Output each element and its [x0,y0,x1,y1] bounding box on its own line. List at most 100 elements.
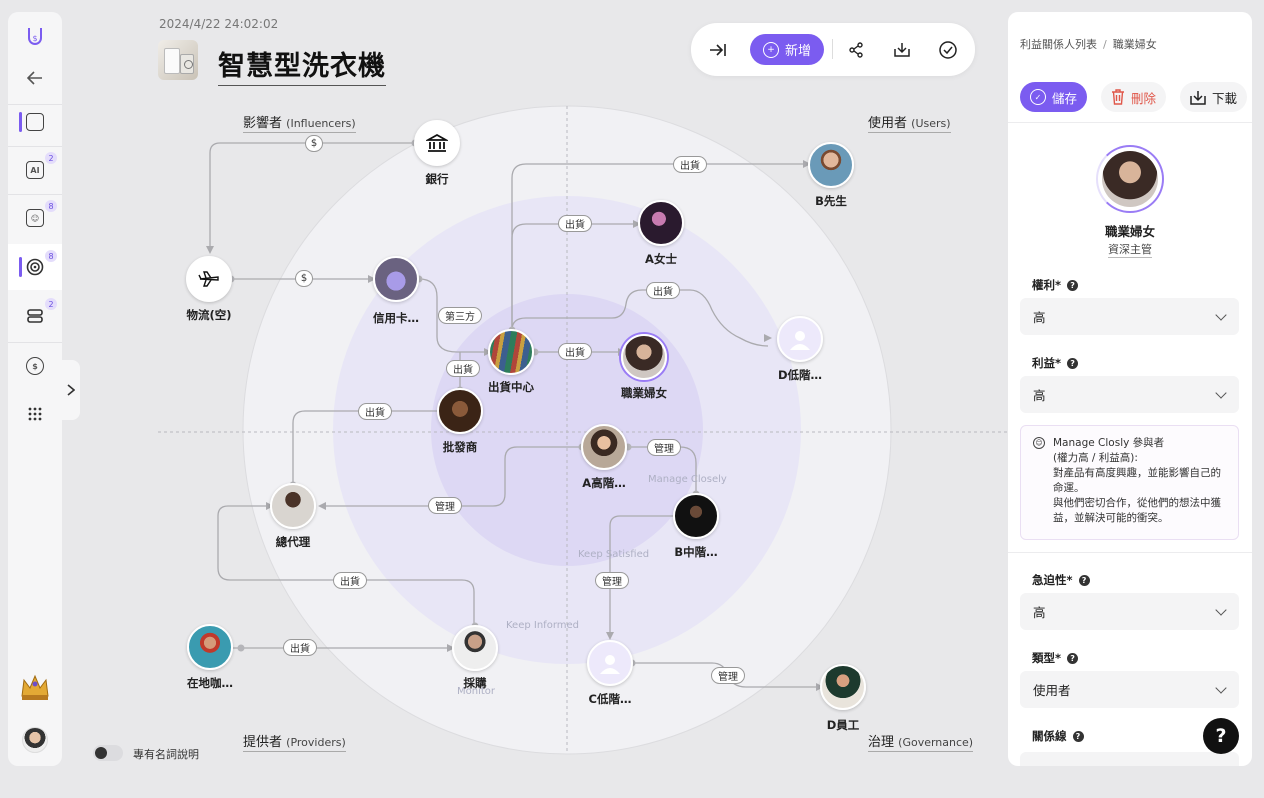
breadcrumb-item: 職業婦女 [1112,38,1157,51]
edge-label-ship[interactable]: 出貨 [646,282,680,299]
save-label: 儲存 [1052,90,1078,106]
help-icon[interactable]: ? [1067,357,1079,369]
node-career-woman[interactable] [621,334,667,380]
node-procurement[interactable] [452,625,498,671]
node-label: B先生 [815,194,847,208]
interest-field-label: 利益*? [1032,355,1079,371]
profile-avatar[interactable] [1102,151,1158,207]
chevron-down-icon [1215,681,1227,694]
edge-label-money[interactable]: $ [305,135,323,152]
check-circle-icon: ✓ [1030,89,1046,105]
node-label: 總代理 [275,535,311,549]
user-placeholder-icon [600,655,620,674]
help-button[interactable]: ? [1203,718,1239,754]
node-label: C低階… [588,692,632,706]
glossary-label: 專有名詞說明 [133,748,199,761]
node-wholesaler[interactable] [437,388,483,434]
chevron-down-icon [1215,762,1227,766]
field-label-text: 關係線 [1032,729,1067,743]
node-label: 出貨中心 [488,380,534,394]
node-c-low[interactable] [587,640,633,686]
quadrant-label: 提供者 [243,735,283,750]
node-mr-b[interactable] [808,142,854,188]
info-line: 與他們密切合作，從他們的想法中獲益，並解決可能的衝突。 [1053,497,1221,524]
help-icon[interactable]: ? [1067,279,1079,291]
download-profile-button[interactable]: 下載 [1180,82,1248,112]
node-d-staff[interactable] [820,664,866,710]
quadrant-label: 使用者 [868,116,908,131]
profile-role-text: 資深主管 [1108,243,1152,258]
node-credit-card[interactable] [373,256,419,302]
edge-label-ship[interactable]: 出貨 [558,343,592,360]
urgency-field-label: 急迫性*? [1032,572,1090,588]
edge-label-ship[interactable]: 出貨 [673,156,707,173]
edge-label-manage[interactable]: 管理 [711,667,745,684]
power-field-label: 權利*? [1032,277,1079,293]
quadrant-sub: (Users) [911,117,951,130]
node-label: 批發商 [442,440,478,454]
bank-icon [426,133,448,152]
edge-label-manage[interactable]: 管理 [595,572,629,589]
edge-label-ship[interactable]: 出貨 [358,403,392,420]
panel-divider [1008,122,1252,123]
relation-select[interactable] [1020,752,1239,766]
breadcrumb: 利益關係人列表 / 職業婦女 [1020,36,1157,52]
node-label: D員工 [826,718,860,732]
chevron-down-icon [1215,603,1227,616]
field-label-text: 利益* [1032,356,1062,370]
quadrant-sub: (Governance) [898,736,974,749]
quadrant-sub: (Providers) [286,736,346,749]
quadrant-label: 治理 [868,735,895,750]
quadrant-providers: 提供者 (Providers) [243,731,346,752]
info-title: Manage Closly 參與者 [1053,437,1165,449]
node-a-high[interactable] [581,424,627,470]
node-label: 職業婦女 [621,386,667,400]
airplane-icon [198,271,219,287]
node-label: B中階… [674,545,718,559]
glossary-toggle[interactable] [93,745,123,761]
edge-label-money[interactable]: $ [295,270,313,287]
edge-label-ship[interactable]: 出貨 [333,572,367,589]
edge-label-ship[interactable]: 出貨 [283,639,317,656]
node-label: D低階… [777,368,823,382]
delete-button[interactable]: 刪除 [1101,82,1167,112]
chevron-down-icon [1215,386,1227,399]
quadrant-sub: (Influencers) [286,117,356,130]
node-label: 物流(空) [186,308,232,322]
node-d-low[interactable] [777,316,823,362]
node-local-coffee[interactable] [187,624,233,670]
stakeholder-detail-panel: 利益關係人列表 / 職業婦女 ✓ 儲存 刪除 下載 職業婦女 資深主管 權利*? 高… [1008,12,1252,766]
edge-label-ship[interactable]: 出貨 [558,215,592,232]
help-icon[interactable]: ? [1067,652,1079,664]
quadrant-users: 使用者 (Users) [868,112,951,133]
user-placeholder-icon [790,331,810,350]
edge-label-manage[interactable]: 管理 [428,497,462,514]
quadrant-governance: 治理 (Governance) [868,731,974,752]
node-ms-a[interactable] [638,200,684,246]
power-select[interactable]: 高 [1020,298,1239,335]
type-field-label: 類型*? [1032,650,1079,666]
node-bank[interactable] [414,120,460,166]
type-select[interactable]: 使用者 [1020,671,1239,708]
node-label: A高階… [582,476,626,490]
quadrant-info-box: ☺ Manage Closly 參與者 (權力高 / 利益高): 對產品有高度興… [1020,425,1239,540]
help-icon[interactable]: ? [1078,574,1090,586]
download-label: 下載 [1212,90,1238,106]
ring-label-keep-satisfied: Keep Satisfied [578,549,650,560]
node-agent[interactable] [270,483,316,529]
breadcrumb-item[interactable]: 利益關係人列表 [1020,38,1097,51]
edge-label-third-party[interactable]: 第三方 [438,307,482,324]
download-icon [1190,90,1206,105]
edge-label-manage[interactable]: 管理 [647,439,681,456]
edge-label-ship[interactable]: 出貨 [446,360,480,377]
delete-label: 刪除 [1131,90,1157,106]
node-b-mid[interactable] [673,493,719,539]
quadrant-label: 影響者 [243,116,283,131]
node-label: 在地咖… [187,676,233,690]
interest-select[interactable]: 高 [1020,376,1239,413]
help-icon[interactable]: ? [1072,730,1084,742]
node-logistics[interactable] [186,256,232,302]
urgency-select[interactable]: 高 [1020,593,1239,630]
save-button[interactable]: ✓ 儲存 [1020,82,1088,112]
node-shipping-center[interactable] [488,329,534,375]
